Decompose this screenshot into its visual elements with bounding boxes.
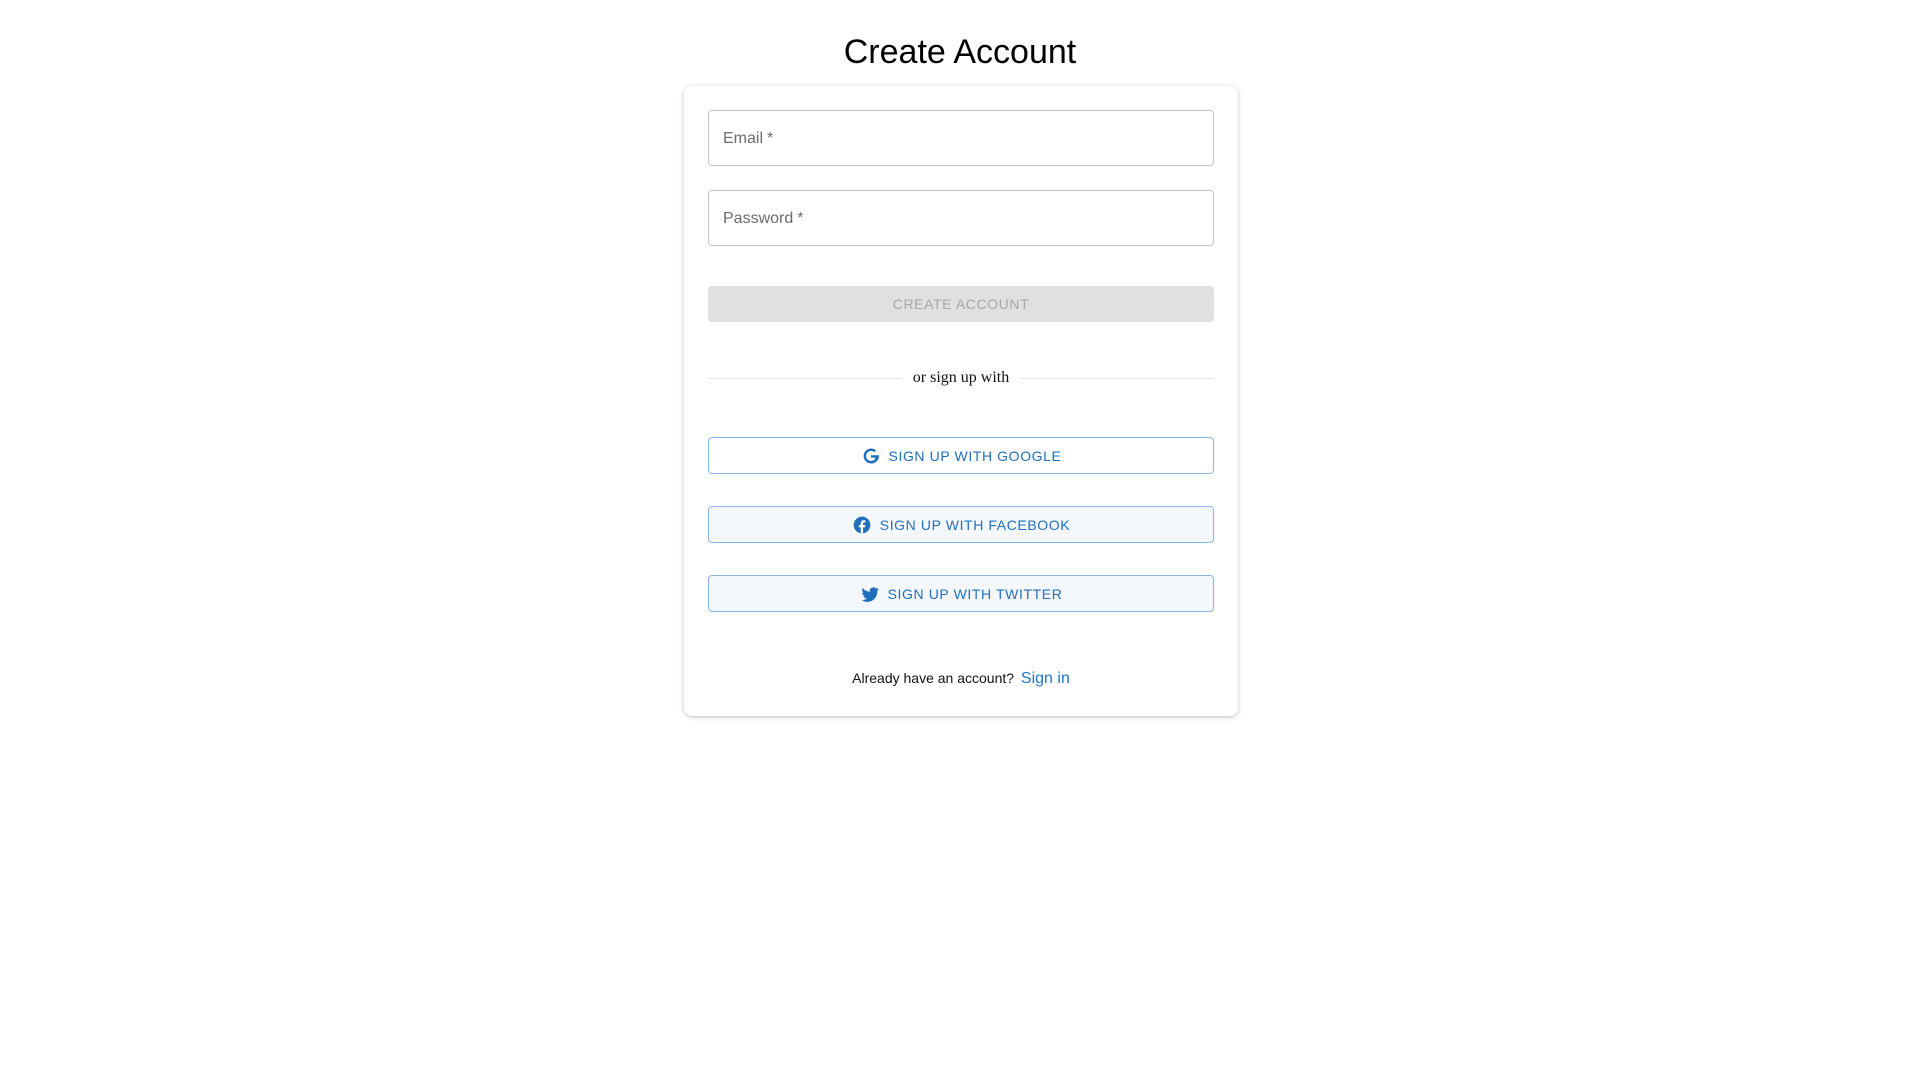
signin-prompt: Already have an account? Sign in bbox=[684, 670, 1238, 688]
password-field[interactable]: Password * bbox=[708, 190, 1214, 246]
facebook-signup-label: SIGN UP WITH FACEBOOK bbox=[879, 516, 1071, 533]
divider: or sign up with bbox=[708, 368, 1215, 388]
twitter-signup-button[interactable]: SIGN UP WITH TWITTER bbox=[708, 575, 1214, 612]
email-input[interactable] bbox=[709, 111, 1213, 165]
password-input[interactable] bbox=[709, 191, 1213, 245]
google-signup-button[interactable]: SIGN UP WITH GOOGLE bbox=[708, 437, 1214, 474]
facebook-icon bbox=[852, 515, 872, 535]
signin-link[interactable]: Sign in bbox=[1021, 670, 1070, 687]
divider-line-left bbox=[708, 377, 902, 379]
twitter-signup-label: SIGN UP WITH TWITTER bbox=[887, 585, 1063, 602]
divider-line-right bbox=[1020, 377, 1215, 379]
page-title: Create Account bbox=[843, 33, 1077, 71]
signup-card: Email * Password * CREATE ACCOUNT or sign … bbox=[684, 86, 1238, 716]
create-account-button[interactable]: CREATE ACCOUNT bbox=[708, 286, 1214, 322]
create-account-page: Create Account Email * Password * CREATE A… bbox=[0, 0, 1920, 1080]
signin-prompt-text: Already have an account? bbox=[852, 670, 1015, 686]
twitter-icon bbox=[860, 584, 880, 604]
email-field[interactable]: Email * bbox=[708, 110, 1214, 166]
divider-text: or sign up with bbox=[912, 369, 1010, 386]
google-signup-label: SIGN UP WITH GOOGLE bbox=[888, 447, 1062, 464]
facebook-signup-button[interactable]: SIGN UP WITH FACEBOOK bbox=[708, 506, 1214, 543]
google-icon bbox=[861, 446, 881, 466]
